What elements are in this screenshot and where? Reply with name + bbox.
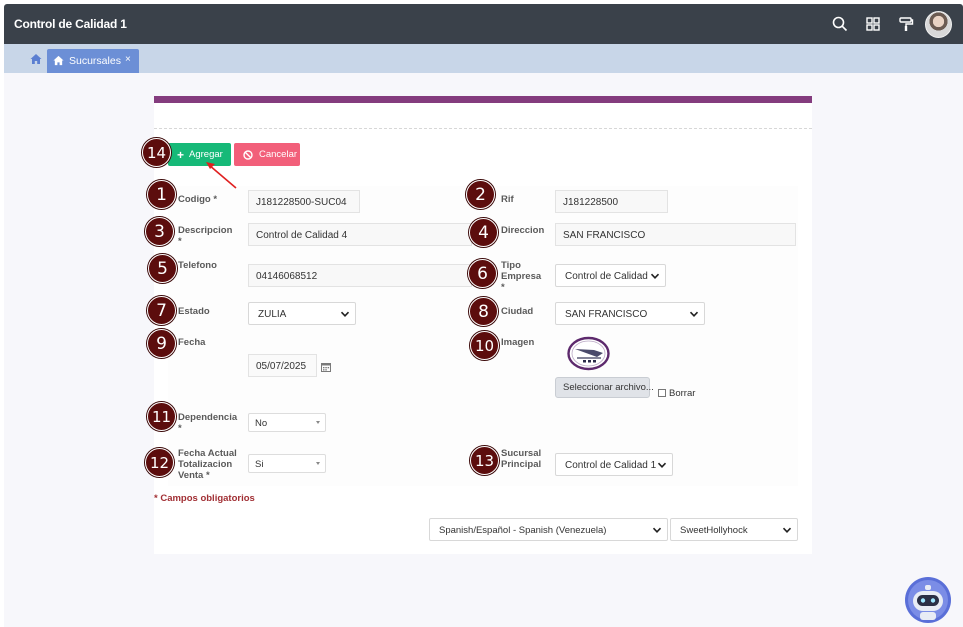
sucursal-principal-l2: Principal [501, 459, 542, 470]
language-value: Spanish/Español - Spanish (Venezuela) [439, 525, 607, 536]
annotation-badge-8: 8 [469, 297, 498, 326]
dependencia-select[interactable]: No [248, 413, 326, 432]
top-navbar: Control de Calidad 1 [4, 4, 963, 44]
company-logo-image [567, 336, 610, 371]
caret-down-icon [316, 421, 320, 424]
annotation-badge-13: 13 [470, 446, 499, 475]
telefono-input[interactable]: 04146068512 [248, 264, 472, 287]
required-mark: * [178, 423, 182, 434]
required-fields-note: * Campos obligatorios [154, 493, 255, 504]
close-icon[interactable]: × [125, 54, 131, 65]
required-mark: * [501, 282, 505, 293]
tipo-empresa-label: Tipo Empresa * [501, 260, 541, 293]
tipo-empresa-select[interactable]: Control de Calidad [555, 264, 666, 287]
paint-roller-icon[interactable] [898, 16, 914, 32]
ciudad-select[interactable]: SAN FRANCISCO [555, 302, 705, 325]
delete-image-checkbox[interactable] [658, 389, 666, 397]
dependencia-label-text: Dependencia [178, 412, 238, 423]
annotation-badge-7: 7 [147, 296, 176, 325]
chevron-down-icon [689, 311, 699, 317]
annotation-badge-1: 1 [147, 180, 176, 209]
annotation-badge-2: 2 [466, 180, 495, 209]
fecha-totalizacion-select[interactable]: Si [248, 454, 326, 473]
dependencia-value: No [255, 418, 268, 429]
fecha-totalizacion-l1: Fecha Actual [178, 448, 237, 459]
delete-image-label: Borrar [669, 388, 696, 399]
fecha-totalizacion-value: Si [255, 459, 264, 470]
sucursal-principal-select[interactable]: Control de Calidad 1 [555, 453, 673, 476]
plus-icon: + [177, 147, 185, 162]
language-select[interactable]: Spanish/Español - Spanish (Venezuela) [429, 518, 668, 541]
theme-select[interactable]: SweetHollyhock [670, 518, 798, 541]
required-mark: * [178, 236, 182, 247]
add-button-label: Agregar [189, 149, 223, 160]
annotation-badge-6: 6 [468, 259, 497, 288]
tipo-empresa-label-l1: Tipo [501, 260, 521, 271]
tab-sucursales[interactable]: Sucursales × [47, 49, 139, 73]
chevron-down-icon [652, 527, 662, 533]
ban-icon [243, 149, 253, 160]
sucursal-principal-value: Control de Calidad 1 [565, 460, 657, 471]
app-title: Control de Calidad 1 [14, 17, 127, 31]
tab-bar: Sucursales × [4, 44, 963, 73]
cancel-button[interactable]: Cancelar [234, 143, 300, 166]
direccion-input[interactable]: SAN FRANCISCO [555, 223, 796, 246]
imagen-label: Imagen [501, 337, 535, 348]
ciudad-value: SAN FRANCISCO [565, 309, 648, 320]
home-icon [53, 55, 64, 66]
annotation-badge-9: 9 [147, 329, 176, 358]
calendar-icon[interactable] [321, 362, 331, 372]
annotation-badge-10: 10 [470, 331, 499, 360]
annotation-badge-3: 3 [145, 217, 174, 246]
divider [154, 128, 812, 129]
rif-label: Rif [501, 194, 514, 205]
direccion-label: Direccion [501, 225, 545, 236]
chevron-down-icon [782, 527, 792, 533]
search-icon[interactable] [832, 16, 848, 32]
theme-value: SweetHollyhock [680, 525, 748, 536]
cancel-button-label: Cancelar [259, 149, 298, 160]
fecha-totalizacion-l3: Venta * [178, 470, 210, 481]
annotation-badge-12: 12 [145, 448, 174, 477]
annotation-badge-4: 4 [469, 218, 498, 247]
home-icon[interactable] [30, 53, 42, 65]
user-avatar[interactable] [925, 11, 952, 38]
sucursal-principal-l1: Sucursal [501, 448, 542, 459]
fecha-input[interactable]: 05/07/2025 [248, 354, 317, 377]
descripcion-input[interactable]: Control de Calidad 4 [248, 223, 472, 246]
fecha-label: Fecha [178, 337, 206, 348]
dependencia-label: Dependencia * [178, 412, 237, 434]
annotation-badge-5: 5 [148, 254, 177, 283]
grid-icon[interactable] [865, 16, 881, 32]
chevron-down-icon [340, 311, 350, 317]
estado-label: Estado [178, 306, 210, 317]
estado-value: ZULIA [258, 309, 287, 320]
annotation-badge-11: 11 [147, 402, 176, 431]
descripcion-label-text: Descripcion [178, 225, 233, 236]
estado-select[interactable]: ZULIA [248, 302, 356, 325]
chevron-down-icon [650, 273, 660, 279]
tipo-empresa-value: Control de Calidad [565, 271, 648, 282]
annotation-arrow [206, 162, 237, 189]
chevron-down-icon [657, 462, 667, 468]
ciudad-label: Ciudad [501, 306, 534, 317]
tipo-empresa-label-l2: Empresa [501, 271, 542, 282]
file-select-button[interactable]: Seleccionar archivo... [555, 377, 654, 398]
assistant-robot-icon[interactable] [904, 576, 952, 624]
tab-label: Sucursales [69, 55, 121, 67]
telefono-label: Telefono [178, 260, 217, 271]
fecha-totalizacion-label: Fecha Actual Totalizacion Venta * [178, 448, 237, 481]
descripcion-label: Descripcion * [178, 225, 232, 247]
card-header-stripe [154, 96, 812, 103]
rif-input[interactable]: J181228500 [555, 190, 668, 213]
annotation-badge-14: 14 [142, 138, 171, 167]
caret-down-icon [316, 462, 320, 465]
fecha-totalizacion-l2: Totalizacion [178, 459, 233, 470]
codigo-input[interactable]: J181228500-SUC04 [248, 190, 360, 213]
sucursal-principal-label: Sucursal Principal [501, 448, 541, 470]
codigo-label: Codigo * [178, 194, 218, 205]
